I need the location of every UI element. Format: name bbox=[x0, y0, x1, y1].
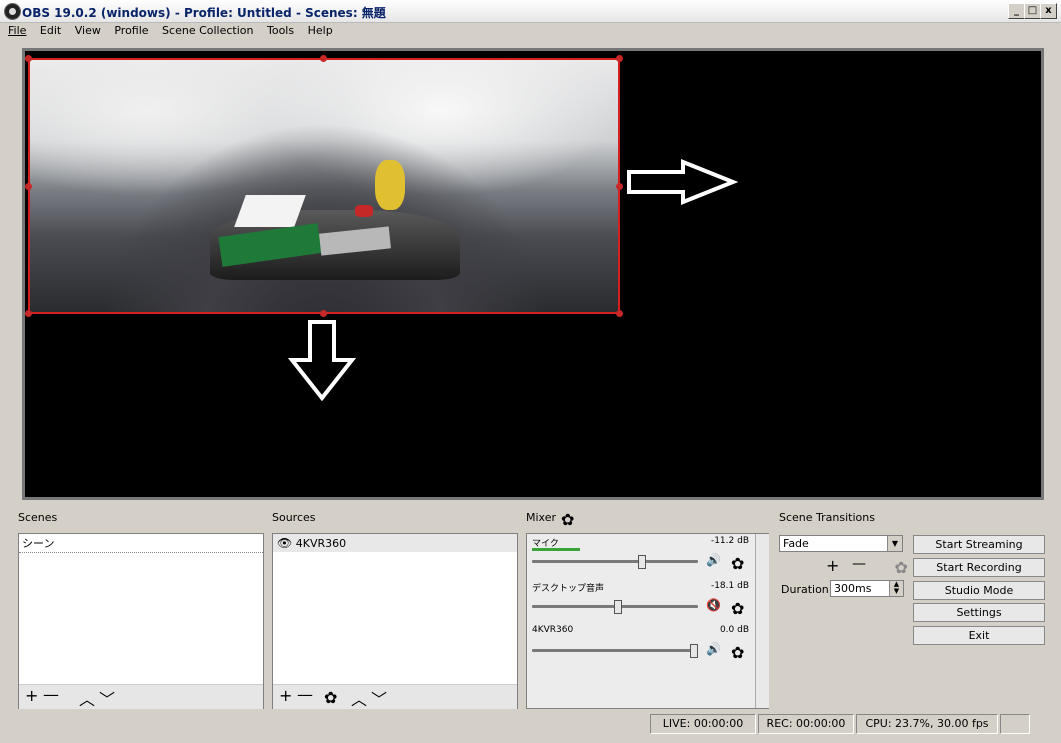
start-streaming-button[interactable]: Start Streaming bbox=[913, 535, 1045, 554]
sources-dock-title: Sources bbox=[272, 511, 316, 524]
resize-handle-top-left[interactable] bbox=[25, 55, 32, 62]
scenes-toolbar: + — ︿ ﹀ bbox=[19, 684, 263, 709]
transitions-dock-title: Scene Transitions bbox=[779, 511, 875, 524]
window-title: OBS 19.0.2 (windows) - Profile: Untitled… bbox=[22, 6, 386, 20]
move-up-icon[interactable]: ︿ bbox=[79, 686, 95, 710]
spin-arrows-icon[interactable]: ▲ ▼ bbox=[889, 581, 903, 596]
menu-edit[interactable]: Edit bbox=[40, 22, 61, 40]
mixer-channel: マイク -11.2 dB 🔊 bbox=[530, 536, 755, 576]
move-up-icon[interactable]: ︿ bbox=[351, 686, 367, 710]
channel-settings-icon[interactable] bbox=[731, 599, 746, 618]
mixer-scrollbar[interactable] bbox=[755, 534, 769, 708]
channel-name: 4KVR360 bbox=[532, 625, 574, 635]
menu-file[interactable]: File bbox=[8, 22, 26, 40]
status-extra-cell bbox=[1000, 714, 1030, 734]
transition-properties-icon[interactable] bbox=[895, 558, 910, 577]
volume-slider-thumb[interactable] bbox=[690, 644, 698, 658]
settings-button[interactable]: Settings bbox=[913, 603, 1045, 622]
scenes-list[interactable]: シーン + — ︿ ﹀ bbox=[18, 533, 264, 709]
remove-source-icon[interactable]: — bbox=[297, 685, 313, 704]
sources-list[interactable]: 👁 4KVR360 + — ︿ ﹀ bbox=[272, 533, 518, 709]
speaker-icon[interactable]: 🔊 bbox=[706, 553, 721, 567]
resize-handle-left[interactable] bbox=[25, 183, 32, 190]
channel-level: 0.0 dB bbox=[719, 625, 749, 635]
volume-slider-thumb[interactable] bbox=[614, 600, 622, 614]
volume-slider-thumb[interactable] bbox=[638, 555, 646, 569]
start-recording-button[interactable]: Start Recording bbox=[913, 558, 1045, 577]
source-name: 4KVR360 bbox=[295, 537, 347, 550]
eye-icon[interactable]: 👁 bbox=[277, 536, 292, 550]
cpu-fps-readout: CPU: 23.7%, 30.00 fps bbox=[856, 714, 998, 734]
resize-handle-top[interactable] bbox=[320, 55, 327, 62]
channel-level: -11.2 dB bbox=[710, 536, 749, 546]
live-timer: LIVE: 00:00:00 bbox=[650, 714, 756, 734]
channel-settings-icon[interactable] bbox=[731, 554, 746, 573]
volume-meter bbox=[532, 548, 580, 551]
source-properties-icon[interactable] bbox=[324, 688, 339, 707]
maximize-button[interactable]: □ bbox=[1024, 3, 1041, 19]
transition-select[interactable]: Fade ▼ bbox=[779, 535, 903, 552]
obs-logo-icon bbox=[4, 3, 21, 20]
channel-level: -18.1 dB bbox=[710, 581, 749, 591]
channel-settings-icon[interactable] bbox=[731, 643, 746, 662]
menu-help[interactable]: Help bbox=[308, 22, 333, 40]
scenes-dock-title: Scenes bbox=[18, 511, 58, 524]
resize-handle-top-right[interactable] bbox=[616, 55, 623, 62]
mixer-gear-icon[interactable] bbox=[561, 510, 576, 529]
mixer-channel: 4KVR360 0.0 dB 🔊 bbox=[530, 625, 755, 665]
menu-scene-collection[interactable]: Scene Collection bbox=[162, 22, 253, 40]
chevron-down-icon[interactable]: ▼ bbox=[887, 536, 902, 551]
figure-shape bbox=[375, 160, 405, 210]
title-bar: OBS 19.0.2 (windows) - Profile: Untitled… bbox=[0, 0, 1061, 23]
speaker-icon[interactable]: 🔊 bbox=[706, 642, 721, 656]
mixer-dock-title: Mixer bbox=[526, 511, 557, 524]
menu-profile[interactable]: Profile bbox=[114, 22, 148, 40]
rec-timer: REC: 00:00:00 bbox=[758, 714, 854, 734]
mixer-channel: デスクトップ音声 -18.1 dB 🔇 bbox=[530, 581, 755, 621]
add-scene-icon[interactable]: + bbox=[25, 686, 38, 705]
resize-handle-bottom[interactable] bbox=[320, 310, 327, 317]
source-preview-panorama[interactable] bbox=[28, 58, 620, 314]
add-source-icon[interactable]: + bbox=[279, 686, 292, 705]
red-object-shape bbox=[355, 205, 373, 217]
duration-label: Duration bbox=[781, 583, 829, 596]
resize-handle-bottom-right[interactable] bbox=[616, 310, 623, 317]
remove-transition-icon[interactable]: — bbox=[852, 556, 866, 572]
duration-spinbox[interactable]: 300ms ▲ ▼ bbox=[830, 580, 904, 597]
transition-selected-value: Fade bbox=[783, 537, 809, 550]
minimize-button[interactable]: _ bbox=[1008, 3, 1025, 19]
close-button[interactable]: x bbox=[1040, 3, 1057, 19]
menu-bar: File Edit View Profile Scene Collection … bbox=[0, 22, 1061, 40]
exit-button[interactable]: Exit bbox=[913, 626, 1045, 645]
down-arrow-icon bbox=[287, 320, 357, 402]
move-down-icon[interactable]: ﹀ bbox=[371, 686, 387, 710]
right-arrow-icon bbox=[627, 159, 739, 205]
studio-mode-button[interactable]: Studio Mode bbox=[913, 581, 1045, 600]
volume-slider[interactable] bbox=[532, 649, 698, 652]
volume-slider[interactable] bbox=[532, 560, 698, 563]
paper-shape bbox=[234, 195, 306, 227]
resize-handle-right[interactable] bbox=[616, 183, 623, 190]
list-item[interactable]: 👁 4KVR360 bbox=[273, 534, 517, 552]
move-down-icon[interactable]: ﹀ bbox=[99, 686, 115, 710]
duration-value: 300ms bbox=[834, 582, 872, 595]
list-item[interactable]: シーン bbox=[19, 534, 263, 553]
sources-toolbar: + — ︿ ﹀ bbox=[273, 684, 517, 709]
resize-handle-bottom-left[interactable] bbox=[25, 310, 32, 317]
menu-tools[interactable]: Tools bbox=[267, 22, 294, 40]
muted-speaker-icon[interactable]: 🔇 bbox=[706, 598, 721, 612]
channel-name: デスクトップ音声 bbox=[532, 584, 605, 594]
add-transition-icon[interactable]: + bbox=[826, 556, 839, 575]
menu-view[interactable]: View bbox=[75, 22, 101, 40]
remove-scene-icon[interactable]: — bbox=[43, 685, 59, 704]
